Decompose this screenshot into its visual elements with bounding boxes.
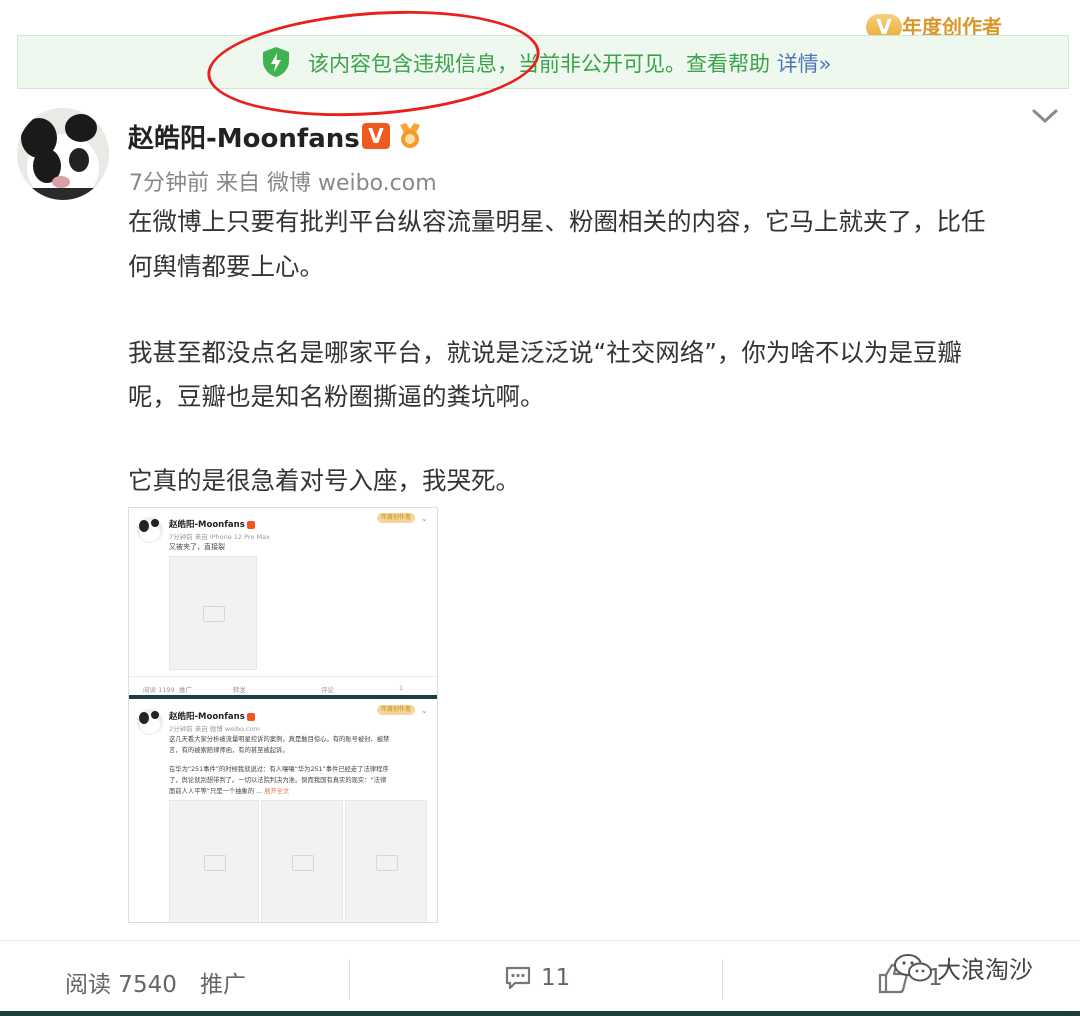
notice-detail-link[interactable]: 详情» <box>777 52 832 76</box>
wechat-icon <box>894 953 932 981</box>
bottom-border <box>0 1011 1080 1016</box>
notice-message: 该内容包含违规信息，当前非公开可见。查看帮助 详情» <box>308 48 832 78</box>
read-count: 阅读 7540 <box>65 972 177 998</box>
panda-avatar-icon <box>17 108 109 200</box>
watermark-text: 大浪淘沙 <box>937 956 1033 984</box>
embedded-post-2: 赵皓阳-Moonfans 2分钟前 来自 微博 weibo.com 年度创作者 … <box>129 700 437 922</box>
embedded-text: 又被夹了，直接裂 <box>169 543 225 551</box>
post-text-line: 我甚至都没点名是哪家平台，就说是泛泛说“社交网络”，你为啥不以为是豆瓣 <box>128 338 962 367</box>
chevron-down-icon[interactable] <box>1030 106 1060 126</box>
post-meta: 7分钟前 来自 微博 weibo.com <box>129 171 437 196</box>
comment-count: 11 <box>541 965 571 991</box>
violation-notice: 该内容包含违规信息，当前非公开可见。查看帮助 详情» <box>17 35 1069 89</box>
comment-button[interactable]: 11 <box>505 963 570 993</box>
chevron-down-icon: ⌄ <box>421 514 428 523</box>
embedded-text: 了，舆论就别想带判了。一切以法院判决为准。倒而我国有真实的现实：“法律 <box>169 777 387 784</box>
embedded-text: 这几天看大家分析被流量明星控诉的案例，真是触目惊心。有的账号被封、被禁 <box>169 736 390 743</box>
verified-badge: V <box>362 123 390 149</box>
post-text-line: 何舆情都要上心。 <box>128 252 324 281</box>
embedded-post-1: 赵皓阳-Moonfans 7分钟前 来自 iPhone 12 Pro Max 年… <box>129 508 437 694</box>
image-placeholder-icon <box>169 556 257 670</box>
embedded-text: 言，有的被索赔律师函，有的甚至被起诉。 <box>169 747 289 754</box>
comment-icon <box>505 966 531 990</box>
chevron-down-icon: ⌄ <box>421 706 428 715</box>
promote-button[interactable]: 推广 <box>200 965 246 999</box>
embedded-creator-badge: 年度创作者 <box>377 513 415 523</box>
notice-text: 该内容包含违规信息，当前非公开可见。查看帮助 <box>308 52 770 76</box>
post-image[interactable]: 赵皓阳-Moonfans 7分钟前 来自 iPhone 12 Pro Max 年… <box>128 507 438 923</box>
divider <box>349 959 350 999</box>
embedded-avatar <box>137 517 163 543</box>
shield-check-icon <box>263 47 289 77</box>
embedded-meta: 2分钟前 来自 微博 weibo.com <box>169 725 260 733</box>
embedded-meta: 7分钟前 来自 iPhone 12 Pro Max <box>169 533 270 541</box>
embedded-text: 面前人人平等”只是一个抽象的 ... 展开全文 <box>169 788 290 795</box>
embedded-author: 赵皓阳-Moonfans <box>169 710 255 722</box>
image-divider <box>129 695 437 699</box>
image-placeholder-icon <box>261 800 343 922</box>
embedded-avatar <box>137 709 163 735</box>
divider <box>722 959 723 999</box>
watermark: 大浪淘沙 <box>893 950 1033 985</box>
post-text-line: 呢，豆瓣也是知名粉圈撕逼的粪坑啊。 <box>128 382 545 411</box>
embedded-text: 在华为“251事件”的时候我就说过：有人嚷嚷“华为251”事件已经走了法律程序 <box>169 766 389 773</box>
embedded-creator-badge: 年度创作者 <box>377 705 415 715</box>
author-name[interactable]: 赵皓阳-Moonfans <box>128 118 360 155</box>
avatar[interactable] <box>17 108 109 200</box>
medal-icon <box>400 123 420 148</box>
image-placeholder-icon <box>169 800 259 922</box>
post-text-line: 它真的是很急着对号入座，我哭死。 <box>128 466 520 495</box>
embedded-author: 赵皓阳-Moonfans <box>169 518 255 530</box>
image-placeholder-icon <box>345 800 427 922</box>
post-text-line: 在微博上只要有批判平台纵容流量明星、粉圈相关的内容，它马上就夹了，比任 <box>128 207 986 236</box>
